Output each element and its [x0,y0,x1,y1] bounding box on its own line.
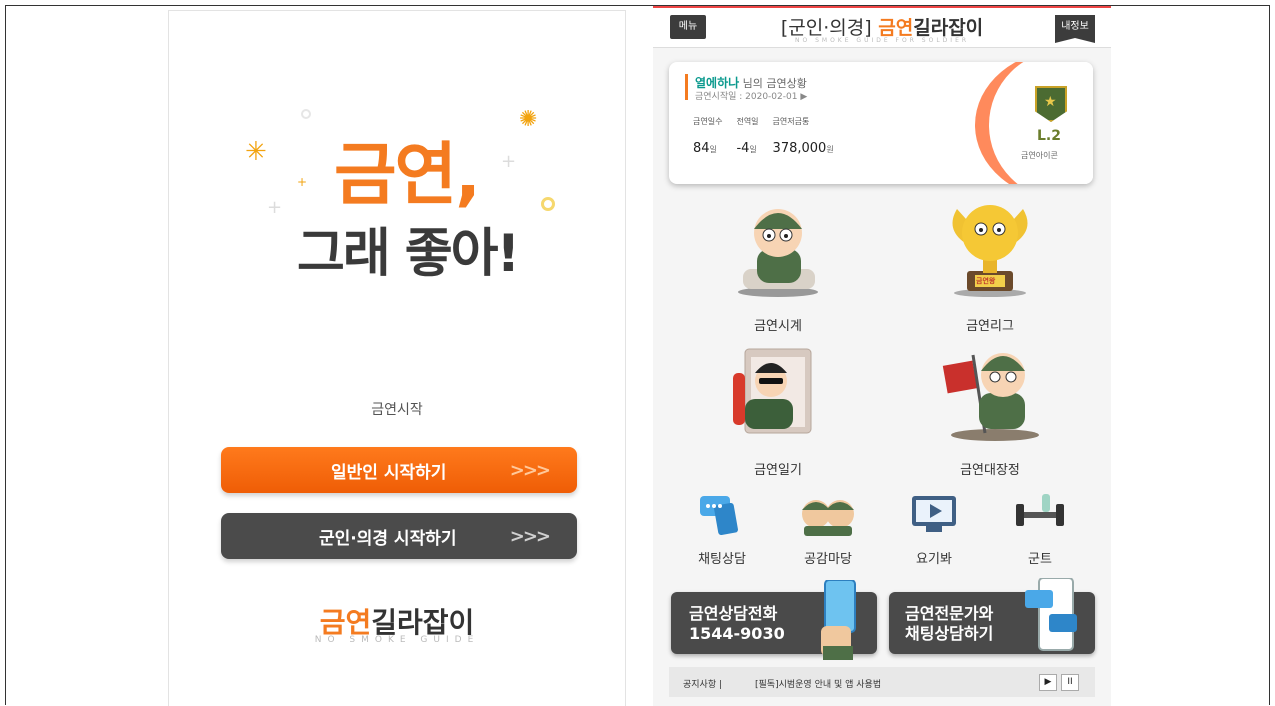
stat-value: -4 [736,141,750,156]
sparkle-icon: + [297,175,308,189]
stats-row: 금연일수 84일 전역일 -4일 금연저금통 378,000원 [693,116,834,156]
main-screen: 메뉴 [군인·의경] 금연길라잡이 NO SMOKE GUIDE FOR SOL… [653,6,1111,706]
soldier-flag-icon [935,343,1045,443]
app-title: [군인·의경] 금연길라잡이 [653,13,1111,40]
plus-decoration: + [501,151,517,172]
stat-header: 전역일 [736,117,759,126]
level-arc [975,62,1093,184]
menu-look-here[interactable]: 요기봐 [889,492,979,567]
military-start-label: 군인·의경 시작하기 [319,528,457,549]
feature-quit-clock[interactable]: 금연시계 [703,199,853,334]
stat-unit: 원 [826,145,834,154]
feature-quit-march[interactable]: 금연대장정 [915,343,1065,478]
two-soldiers-icon [800,492,856,536]
title-bracket: [군인·의경] [780,17,872,39]
mini-label: 채팅상담 [698,552,746,567]
diary-character-icon [723,343,833,443]
start-date: 금연시작일 : 2020-02-01 ▶ [695,92,808,102]
stat-header: 금연일수 [693,117,723,126]
sparkle-icon: ✺ [519,107,538,132]
arrow-right-icon: >>> [509,459,551,481]
logo-subtitle: NO SMOKE GUIDE [314,635,480,645]
user-name: 열에하나 [695,76,740,90]
feature-label: 금연시계 [754,319,802,334]
mini-label: 군트 [1028,552,1052,567]
feature-quit-league[interactable]: 금연왕 금연리그 [915,199,1065,334]
play-icon[interactable]: ▶ [1039,674,1057,691]
notice-bar[interactable]: 공지사항 | [필독]시범운영 안내 및 앱 사용법 ▶ II [669,667,1095,697]
civilian-start-label: 일반인 시작하기 [331,462,447,483]
intro-screen: ✳ ✺ + + + 금연, 그래 좋아! 금연시작 일반인 시작하기 >>> 군… [168,10,626,706]
feature-label: 금연대장정 [960,463,1020,478]
circle-decoration [301,109,311,119]
pause-icon[interactable]: II [1061,674,1079,691]
military-start-button[interactable]: 군인·의경 시작하기 >>> [221,513,577,559]
title-accent: 금연 [878,17,914,39]
level-value: L.2 [1037,128,1061,144]
hero-title: 금연, [334,136,481,215]
menu-chat-counsel[interactable]: 채팅상담 [677,492,767,567]
trophy-icon: 금연왕 [935,199,1045,299]
title-text: 길라잡이 [913,17,984,39]
feature-quit-diary[interactable]: 금연일기 [703,343,853,478]
stat-unit: 일 [709,145,717,154]
chat-phone-icon [1025,578,1077,651]
status-card[interactable]: 열에하나 님의 금연상황 금연시작일 : 2020-02-01 ▶ 금연일수 8… [669,62,1093,184]
stat-header: 금연저금통 [772,117,810,126]
circle-decoration [541,197,555,211]
video-play-icon [906,492,962,536]
phone-chat-icon [694,492,750,536]
level-label: 금연아이콘 [1021,151,1058,160]
stat-discharge: 전역일 -4일 [736,116,758,156]
trophy-text: 금연왕 [976,277,996,285]
accent-bar [685,74,688,100]
menu-workout[interactable]: 군트 [995,492,1085,567]
notice-title: 공지사항 | [683,680,723,690]
mini-label: 공감마당 [804,552,852,567]
feature-label: 금연일기 [754,463,802,478]
stat-unit: 일 [749,145,757,154]
notice-text: [필독]시범운영 안내 및 앱 사용법 [755,680,882,690]
hero-subtitle: 그래 좋아! [297,224,520,284]
top-bar: 메뉴 [군인·의경] 금연길라잡이 NO SMOKE GUIDE FOR SOL… [653,6,1111,48]
arrow-right-icon: >>> [509,525,551,547]
stat-days: 금연일수 84일 [693,116,722,156]
app-subtitle: NO SMOKE GUIDE FOR SOLDIER [794,37,970,44]
menu-empathy[interactable]: 공감마당 [783,492,873,567]
mini-label: 요기봐 [916,552,952,567]
expert-chat-card[interactable]: 금연전문가와 채팅상담하기 [889,578,1095,654]
stat-savings: 금연저금통 378,000원 [773,116,834,156]
stat-value: 84 [693,141,710,156]
quit-hotline-card[interactable]: 금연상담전화 1544-9030 [671,580,877,660]
sparkle-icon: ✳ [245,137,267,167]
civilian-start-button[interactable]: 일반인 시작하기 >>> [221,447,577,493]
plus-decoration: + [267,197,283,218]
dumbbell-icon [1012,492,1068,536]
phone-hand-icon [821,580,856,660]
soldier-sitting-icon [723,199,833,299]
stat-value: 378,000 [772,141,827,156]
start-label: 금연시작 [371,402,423,418]
feature-label: 금연리그 [966,319,1014,334]
